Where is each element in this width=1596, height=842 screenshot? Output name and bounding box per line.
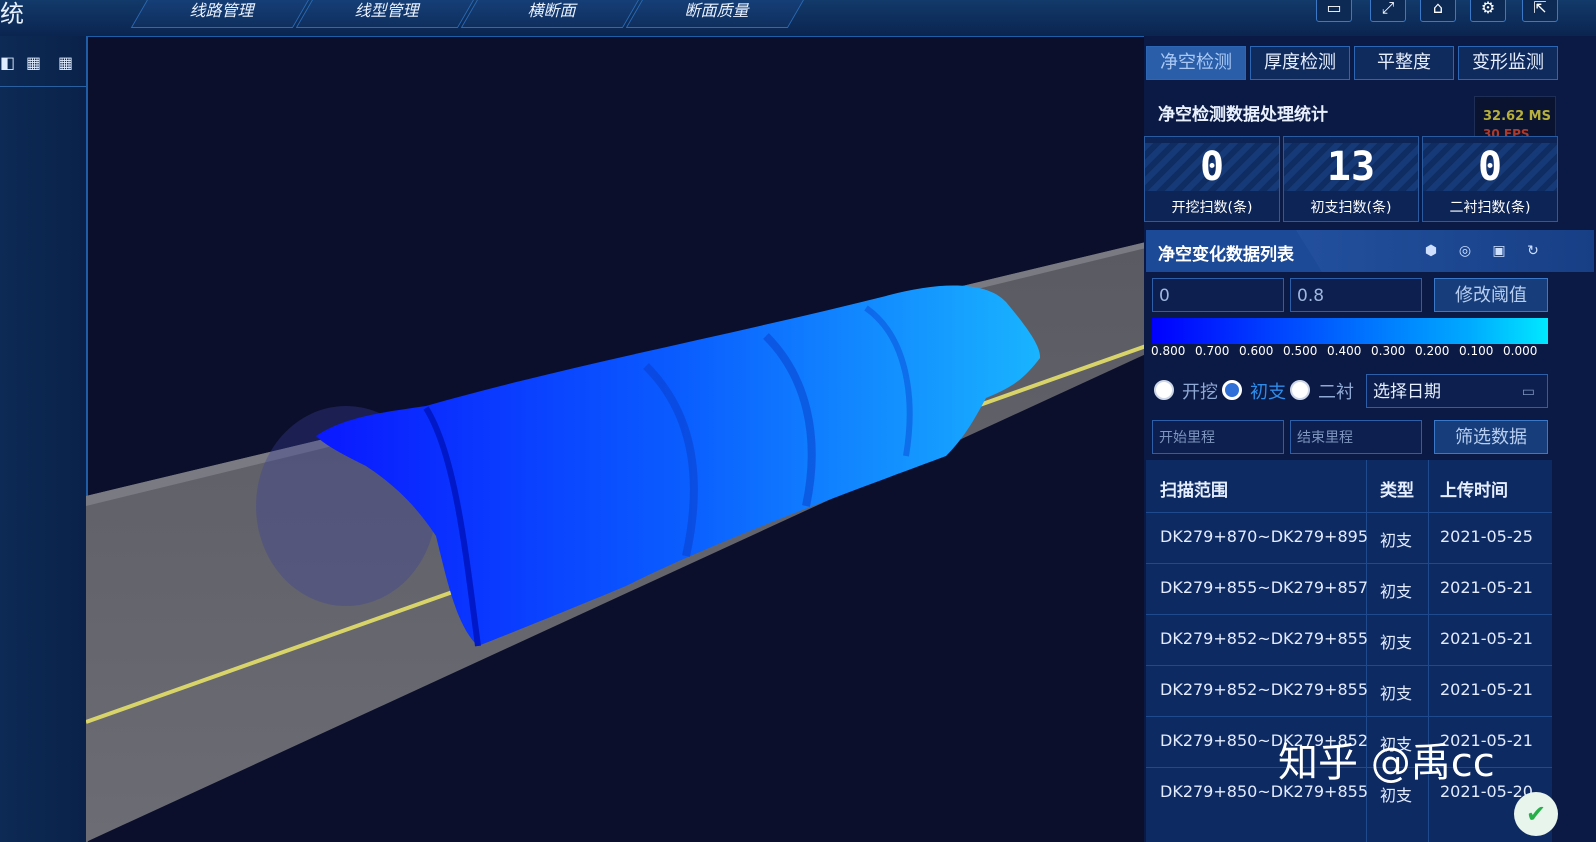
scale-label: 0.000 [1503, 344, 1538, 358]
settings-icon[interactable]: ⚙ [1470, 0, 1506, 22]
counter-primary-support: 13 初支扫数(条) [1283, 136, 1419, 222]
calendar-icon: ▭ [1521, 384, 1535, 400]
nav-tab-alignment[interactable]: 线型管理 [295, 0, 477, 28]
counter-value: 13 [1284, 143, 1418, 191]
counter-value: 0 [1145, 143, 1279, 191]
counter-label: 二衬扫数(条) [1449, 200, 1531, 216]
grid-small-icon[interactable]: ▦ [26, 54, 44, 72]
export-icon[interactable]: ⇱ [1522, 0, 1558, 22]
radio-primary-support[interactable] [1222, 380, 1242, 400]
scan-target-icon[interactable]: ◎ [1456, 242, 1474, 260]
date-picker-placeholder: 选择日期 [1373, 382, 1441, 402]
scale-label: 0.600 [1239, 344, 1274, 358]
home-icon[interactable]: ⌂ [1420, 0, 1456, 22]
tab-clearance-detection[interactable]: 净空检测 [1146, 46, 1246, 80]
collapse-icon[interactable]: ◧ [0, 54, 18, 72]
nav-tab-cross-section[interactable]: 横断面 [460, 0, 642, 28]
radio-primary-support-label: 初支 [1250, 382, 1286, 403]
sidebar-divider [0, 86, 86, 87]
watermark: 知乎 @禹cc [1278, 740, 1495, 786]
counter-secondary-lining: 0 二衬扫数(条) [1422, 136, 1558, 222]
threshold-max-input[interactable]: 0.8 [1290, 278, 1422, 312]
threshold-min-input[interactable]: 0 [1152, 278, 1284, 312]
tab-flatness[interactable]: 平整度 [1354, 46, 1454, 80]
list-header: 净空变化数据列表 ⬢ ◎ ▣ ↻ [1146, 230, 1594, 272]
tunnel-3d-viewport[interactable] [86, 36, 1146, 842]
frame-icon[interactable]: ▭ [1316, 0, 1352, 22]
scale-label: 0.300 [1371, 344, 1406, 358]
table-row[interactable]: DK279+852~DK279+855 初支 2021-05-21 [1146, 665, 1552, 716]
app-title: 统 [0, 0, 24, 28]
fps-overlay: 32.62 MS 30 FPS [1474, 96, 1556, 141]
list-title: 净空变化数据列表 [1158, 245, 1294, 265]
counter-excavation: 0 开挖扫数(条) [1144, 136, 1280, 222]
counter-label: 初支扫数(条) [1310, 200, 1392, 216]
radio-secondary-lining-label: 二衬 [1318, 382, 1354, 403]
scale-label: 0.800 [1151, 344, 1186, 358]
color-scale-bar [1152, 318, 1548, 344]
radio-excavation-label: 开挖 [1182, 382, 1218, 403]
scale-label: 0.100 [1459, 344, 1494, 358]
date-picker[interactable]: 选择日期 ▭ [1366, 374, 1548, 408]
start-mileage-input[interactable]: 开始里程 [1152, 420, 1284, 454]
security-shield-icon[interactable]: ✔ [1514, 792, 1558, 836]
tunnel-scene [86, 242, 1146, 842]
top-bar: 统 线路管理 线型管理 横断面 断面质量 ▭ ⤢ ⌂ ⚙ ⇱ [0, 0, 1596, 37]
left-sidebar: ◧ ▦ ▦ [0, 36, 88, 842]
shield-filter-icon[interactable]: ⬢ [1422, 242, 1440, 260]
table-row[interactable]: DK279+852~DK279+855 初支 2021-05-21 [1146, 614, 1552, 665]
col-scan-range: 扫描范围 [1160, 481, 1228, 501]
refresh-icon[interactable]: ↻ [1524, 242, 1542, 260]
filter-data-button[interactable]: 筛选数据 [1434, 420, 1548, 454]
nav-tab-section-quality[interactable]: 断面质量 [625, 0, 807, 28]
col-type: 类型 [1380, 481, 1414, 501]
stats-title: 净空检测数据处理统计 [1158, 105, 1328, 125]
scale-label: 0.500 [1283, 344, 1318, 358]
radio-secondary-lining[interactable] [1290, 380, 1310, 400]
end-mileage-input[interactable]: 结束里程 [1290, 420, 1422, 454]
table-row[interactable]: DK279+870~DK279+895 初支 2021-05-25 [1146, 512, 1552, 563]
nav-tab-route[interactable]: 线路管理 [130, 0, 312, 28]
fullscreen-icon[interactable]: ⤢ [1370, 0, 1406, 22]
tab-thickness-detection[interactable]: 厚度检测 [1250, 46, 1350, 80]
counter-value: 0 [1423, 143, 1557, 191]
modify-threshold-button[interactable]: 修改阈值 [1434, 278, 1548, 312]
radio-excavation[interactable] [1154, 380, 1174, 400]
scale-label: 0.200 [1415, 344, 1450, 358]
counter-label: 开挖扫数(条) [1171, 200, 1253, 216]
col-upload-time: 上传时间 [1440, 481, 1508, 501]
table-row[interactable]: DK279+855~DK279+857 初支 2021-05-21 [1146, 563, 1552, 614]
fps-ms: 32.62 MS [1483, 109, 1551, 124]
scale-label: 0.400 [1327, 344, 1362, 358]
scan-frame-icon[interactable]: ▣ [1490, 242, 1508, 260]
scale-label: 0.700 [1195, 344, 1230, 358]
grid-large-icon[interactable]: ▦ [58, 54, 76, 72]
tab-deformation-monitoring[interactable]: 变形监测 [1458, 46, 1558, 80]
